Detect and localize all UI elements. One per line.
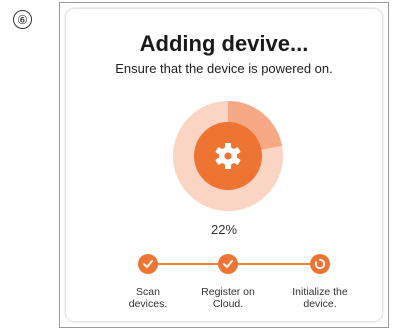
step-register-status xyxy=(218,254,238,274)
step-register-label-line1: Register on xyxy=(201,286,255,298)
step-number-marker: ⑥ xyxy=(13,10,32,29)
screenshot-frame: Adding devive... Ensure that the device … xyxy=(59,2,389,328)
step-initialize-label-line2: device. xyxy=(303,298,337,310)
check-icon xyxy=(223,260,233,268)
step-scan-status xyxy=(138,254,158,274)
progress-percent: 22% xyxy=(210,222,238,237)
step-register-label: Register on Cloud. xyxy=(183,286,273,310)
progress-ring xyxy=(173,101,283,211)
dialog-subtitle: Ensure that the device is powered on. xyxy=(115,61,333,76)
adding-device-dialog: Adding devive... Ensure that the device … xyxy=(66,9,382,321)
step-scan-label-line2: devices. xyxy=(128,298,168,310)
progress-ring-graphic xyxy=(173,101,283,211)
step-scan-label: Scan devices. xyxy=(103,286,193,310)
check-icon xyxy=(143,260,153,268)
step-register-label-line2: Cloud. xyxy=(212,298,244,310)
step-initialize-label: Initialize the device. xyxy=(275,286,365,310)
step-initialize-status xyxy=(310,254,330,274)
loading-icon xyxy=(314,258,326,270)
dialog-title: Adding devive... xyxy=(139,31,309,56)
step-scan-label-line1: Scan xyxy=(136,286,160,298)
step-initialize-label-line1: Initialize the xyxy=(292,286,348,298)
